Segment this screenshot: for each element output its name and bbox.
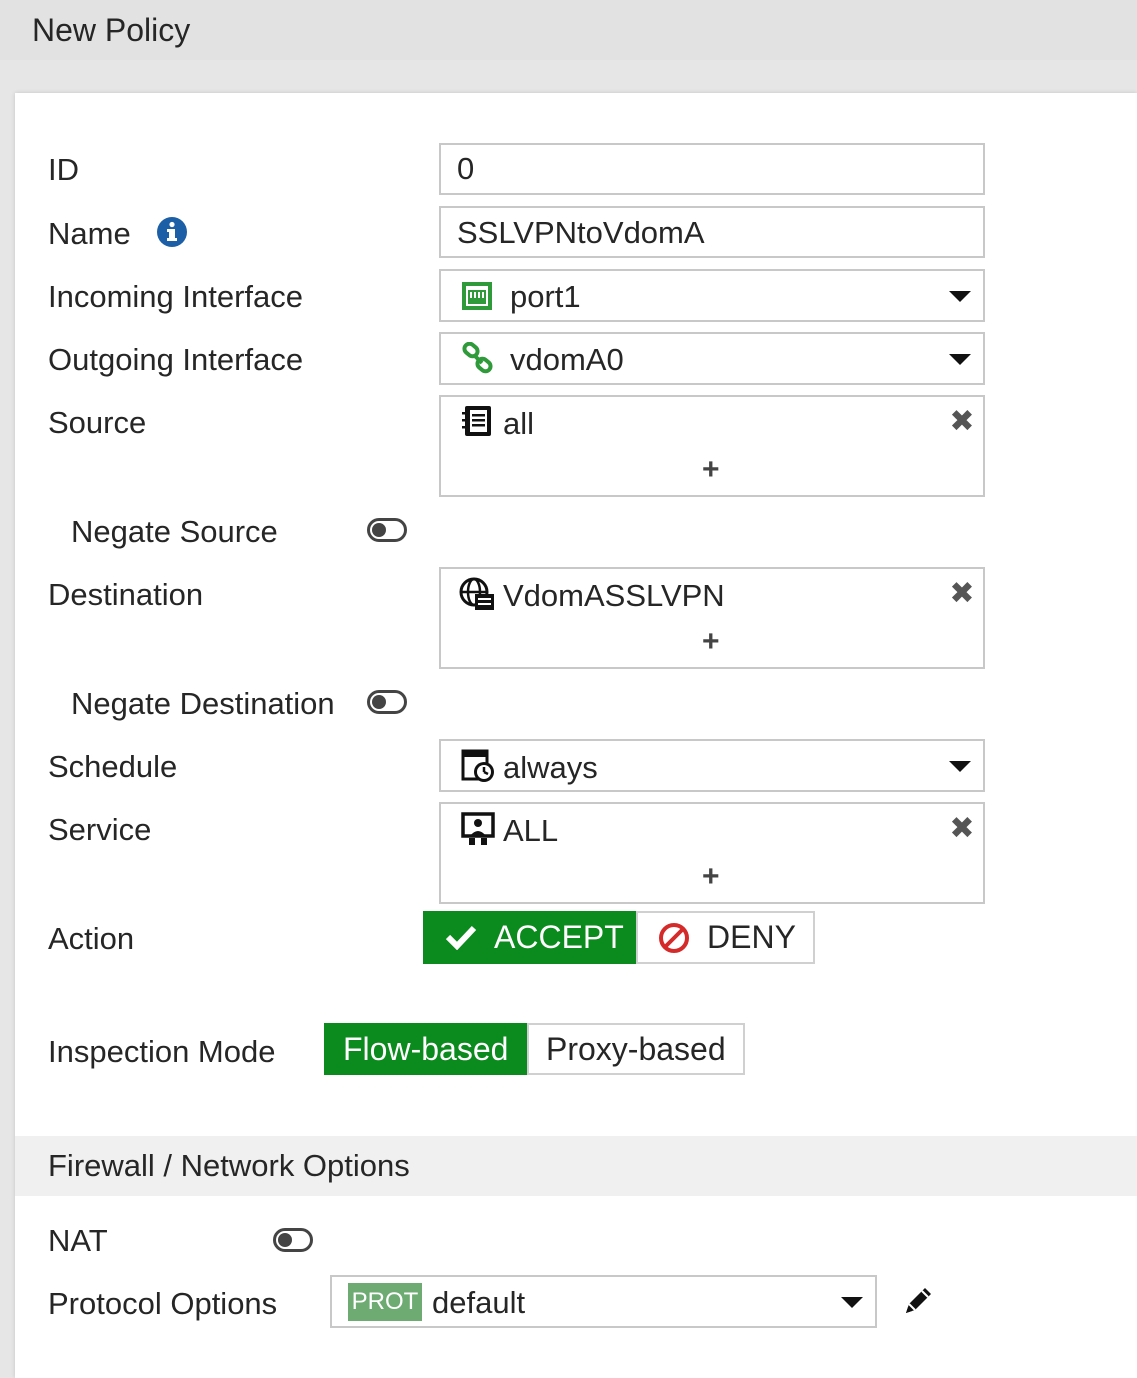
remove-source-button[interactable]: ✖	[949, 407, 975, 437]
link-icon	[462, 342, 493, 374]
destination-label: Destination	[48, 577, 204, 612]
page-title: New Policy	[32, 12, 191, 48]
name-label: Name	[48, 216, 131, 251]
proxy-based-label: Proxy-based	[546, 1031, 726, 1067]
destination-value: VdomASSLVPN	[503, 578, 725, 613]
incoming-interface-select[interactable]: port1	[439, 269, 985, 322]
source-value: all	[503, 406, 535, 441]
negate-destination-label: Negate Destination	[71, 686, 335, 721]
outgoing-interface-value: vdomA0	[510, 342, 624, 377]
service-field[interactable]: ALL ✖ +	[439, 802, 985, 904]
outgoing-interface-select[interactable]: vdomA0	[439, 332, 985, 385]
globe-server-icon	[459, 577, 494, 610]
source-label: Source	[48, 405, 147, 440]
flow-based-label: Flow-based	[343, 1031, 509, 1067]
add-destination-button[interactable]: +	[702, 627, 720, 657]
policy-form-panel: ID 0 Name SSLVPNtoVdomA Incoming Interfa…	[15, 93, 1137, 1378]
inspection-mode-label: Inspection Mode	[48, 1034, 276, 1069]
source-field[interactable]: all ✖ +	[439, 395, 985, 497]
schedule-value: always	[503, 750, 598, 785]
firewall-network-options-header: Firewall / Network Options	[15, 1136, 1137, 1196]
id-input[interactable]: 0	[439, 143, 985, 195]
flow-based-button[interactable]: Flow-based	[324, 1023, 527, 1075]
chevron-down-icon	[949, 761, 971, 772]
add-source-button[interactable]: +	[702, 455, 720, 485]
port-icon	[462, 282, 492, 310]
service-label: Service	[48, 812, 152, 847]
chevron-down-icon	[949, 291, 971, 302]
accept-label: ACCEPT	[494, 919, 624, 955]
nat-toggle[interactable]	[273, 1228, 313, 1252]
schedule-label: Schedule	[48, 749, 178, 784]
schedule-select[interactable]: always	[439, 739, 985, 792]
service-icon	[461, 812, 495, 845]
name-input[interactable]: SSLVPNtoVdomA	[439, 206, 985, 258]
address-book-icon	[462, 406, 491, 436]
negate-source-label: Negate Source	[71, 514, 278, 549]
prot-badge: PROT	[348, 1283, 422, 1321]
window-titlebar: New Policy	[0, 0, 1137, 60]
negate-source-toggle[interactable]	[367, 518, 407, 542]
info-icon[interactable]	[156, 216, 188, 248]
action-label: Action	[48, 921, 135, 956]
proxy-based-button[interactable]: Proxy-based	[527, 1023, 745, 1075]
chevron-down-icon	[841, 1297, 863, 1308]
schedule-icon	[461, 749, 494, 782]
deny-icon	[659, 923, 689, 953]
protocol-options-select[interactable]: PROT default	[330, 1275, 877, 1328]
id-value: 0	[457, 151, 475, 186]
id-label: ID	[48, 152, 79, 187]
outgoing-interface-label: Outgoing Interface	[48, 342, 304, 377]
chevron-down-icon	[949, 354, 971, 365]
accept-button[interactable]: ACCEPT	[423, 911, 636, 964]
remove-service-button[interactable]: ✖	[949, 814, 975, 844]
incoming-interface-label: Incoming Interface	[48, 279, 304, 314]
nat-label: NAT	[48, 1223, 108, 1258]
edit-pencil-icon[interactable]	[901, 1284, 935, 1318]
incoming-interface-value: port1	[510, 279, 581, 314]
checkmark-icon	[445, 925, 477, 950]
name-value: SSLVPNtoVdomA	[457, 215, 705, 250]
negate-destination-toggle[interactable]	[367, 690, 407, 714]
protocol-options-value: default	[432, 1285, 526, 1320]
destination-field[interactable]: VdomASSLVPN ✖ +	[439, 567, 985, 669]
remove-destination-button[interactable]: ✖	[949, 579, 975, 609]
service-value: ALL	[503, 813, 559, 848]
deny-label: DENY	[707, 919, 796, 955]
section-title: Firewall / Network Options	[48, 1148, 410, 1183]
add-service-button[interactable]: +	[702, 862, 720, 892]
deny-button[interactable]: DENY	[636, 911, 815, 964]
protocol-options-label: Protocol Options	[48, 1286, 278, 1321]
